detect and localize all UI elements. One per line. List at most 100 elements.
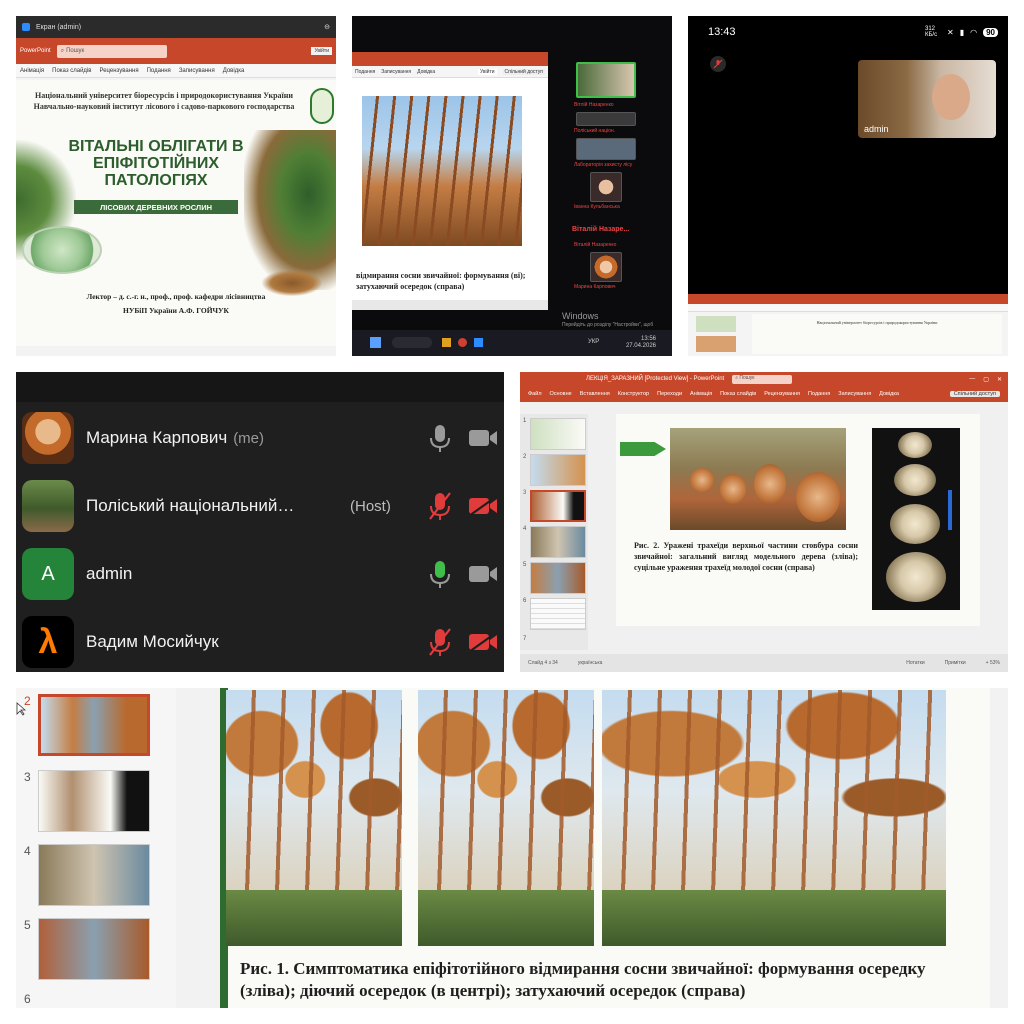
participant-name: Вадим Мосийчук xyxy=(86,632,219,651)
slide-thumbnail[interactable] xyxy=(530,454,586,486)
slide-number: 4 xyxy=(24,844,31,858)
screenshot-collage: Екран (admin) ⊖ PowerPoint ⌕ Пошук Увійт… xyxy=(0,0,1024,1024)
mic-active-icon[interactable] xyxy=(428,559,452,589)
participant-strip: Вітлій Назаренко Поліський націон. Лабор… xyxy=(568,52,648,312)
camera-off-icon[interactable] xyxy=(468,495,498,517)
tab-slideshow[interactable]: Показ слайдів xyxy=(52,68,91,74)
share-button[interactable]: Спільний доступ xyxy=(949,391,1000,397)
slide-thumbnail[interactable] xyxy=(530,598,586,630)
tab-view[interactable]: Подання xyxy=(808,391,830,397)
tab-review[interactable]: Рецензування xyxy=(99,68,138,74)
slide-number: 4 xyxy=(523,526,527,532)
tab-help[interactable]: Довідка xyxy=(417,69,435,75)
participant-video[interactable] xyxy=(576,62,636,98)
foliage-illustration xyxy=(244,130,336,290)
petri-dish-illustration xyxy=(22,226,102,274)
tab-animation[interactable]: Анімація xyxy=(20,68,44,74)
participant-video[interactable] xyxy=(590,172,622,202)
tab-recording[interactable]: Записування xyxy=(381,69,411,75)
participant-row[interactable]: A admin xyxy=(16,540,504,608)
close-tab-icon[interactable]: ⊖ xyxy=(324,23,330,31)
participant-video[interactable] xyxy=(576,138,636,160)
taskbar-app-icon[interactable] xyxy=(442,338,451,347)
sign-in-button[interactable]: Увійти xyxy=(478,68,497,75)
tab-transitions[interactable]: Переходи xyxy=(657,391,682,397)
phone-clock: 13:43 xyxy=(708,26,736,38)
tab-insert[interactable]: Вставлення xyxy=(580,391,610,397)
speaker-label: admin xyxy=(864,124,889,134)
slide-thumbnail[interactable] xyxy=(38,918,150,980)
avatar: λ xyxy=(22,616,74,668)
slide-counter: Слайд 4 з 34 xyxy=(528,660,558,666)
avatar xyxy=(22,480,74,532)
mute-icon: ✕ xyxy=(947,27,954,37)
tab-home[interactable]: Основне xyxy=(550,391,572,397)
camera-icon[interactable] xyxy=(468,427,498,449)
participant-video[interactable] xyxy=(576,112,636,126)
tab-file[interactable]: Файл xyxy=(528,391,542,397)
slide-thumbnail[interactable] xyxy=(530,526,586,558)
notes-button[interactable]: Нотатки xyxy=(906,660,924,666)
participant-label: Лабораторія захисту лісу xyxy=(574,162,633,168)
close-icon[interactable]: ✕ xyxy=(997,376,1002,383)
zoom-level[interactable]: + 53% xyxy=(986,660,1000,666)
tab-design[interactable]: Конструктор xyxy=(618,391,649,397)
participant-name: admin xyxy=(86,564,133,583)
title-slide-screen: Екран (admin) ⊖ PowerPoint ⌕ Пошук Увійт… xyxy=(16,16,336,356)
slide-thumbnail[interactable] xyxy=(38,770,150,832)
slide-thumbnail[interactable] xyxy=(38,844,150,906)
lector-name: НУБіП України А.Ф. ГОЙЧУК xyxy=(122,306,229,315)
logs-photo xyxy=(670,428,846,530)
share-button[interactable]: Спільний доступ xyxy=(502,68,545,75)
search-placeholder: Пошук xyxy=(66,48,85,54)
participant-row[interactable]: Поліський національний… (Host) xyxy=(16,472,504,540)
search-icon: ⌕ xyxy=(60,47,65,54)
muted-mic-icon[interactable] xyxy=(710,56,726,72)
participant-row[interactable]: λ Вадим Мосийчук xyxy=(16,608,504,672)
slide-thumbnail-active[interactable] xyxy=(38,694,150,756)
search-box[interactable]: ⌕ Пошук xyxy=(732,374,793,384)
comments-button[interactable]: Примітки xyxy=(945,660,966,666)
mic-muted-icon[interactable] xyxy=(428,627,452,657)
university-logo xyxy=(310,88,334,124)
status-bar xyxy=(352,300,548,310)
participant-label: Вітлій Назаренко xyxy=(574,102,614,108)
slide-thumbnail[interactable] xyxy=(530,418,586,450)
tab-help[interactable]: Довідка xyxy=(879,391,899,397)
tab-recording[interactable]: Записування xyxy=(838,391,871,397)
taskbar-search-icon[interactable] xyxy=(392,337,432,348)
taskbar-app-icon[interactable] xyxy=(474,338,483,347)
minimize-icon[interactable]: — xyxy=(969,376,975,382)
signal-icon: ▮ xyxy=(959,27,965,37)
sign-in-button[interactable]: Увійти xyxy=(311,47,332,55)
slide-number: 6 xyxy=(24,992,31,1006)
tab-help[interactable]: Довідка xyxy=(223,68,245,74)
slide-thumbnail[interactable] xyxy=(530,562,586,594)
taskbar-app-icon[interactable] xyxy=(458,338,467,347)
slide-thumbnail-active[interactable] xyxy=(530,490,586,522)
mic-icon[interactable] xyxy=(428,423,452,453)
slide-thumbnail xyxy=(696,316,736,332)
participant-video[interactable] xyxy=(590,252,622,282)
tab-view[interactable]: Подання xyxy=(355,69,375,75)
tab-review[interactable]: Рецензування xyxy=(764,391,800,397)
tab-slideshow[interactable]: Показ слайдів xyxy=(720,391,756,397)
camera-off-icon[interactable] xyxy=(468,631,498,653)
participant-row[interactable]: Марина Карпович (me) xyxy=(16,404,504,472)
camera-icon[interactable] xyxy=(468,563,498,585)
keyboard-language[interactable]: УКР xyxy=(588,339,599,345)
search-box[interactable]: ⌕ Пошук xyxy=(56,44,167,58)
phone-status-bar: 13:43 312 КБ/с ✕ ▮ ◠ 90 xyxy=(708,24,998,40)
windows-start-icon[interactable] xyxy=(370,337,381,348)
maximize-icon[interactable]: ▢ xyxy=(983,376,989,383)
window-titlebar: Екран (admin) ⊖ xyxy=(16,16,336,38)
shared-screen-preview: Національний університет біоресурсів і п… xyxy=(688,294,1008,356)
tab-animation[interactable]: Анімація xyxy=(690,391,712,397)
speaker-video[interactable]: admin xyxy=(858,60,996,138)
mic-muted-icon[interactable] xyxy=(428,491,452,521)
slide-number: 3 xyxy=(523,490,527,496)
tab-view[interactable]: Подання xyxy=(147,68,171,74)
slide-subtitle: ЛІСОВИХ ДЕРЕВНИХ РОСЛИН xyxy=(74,200,238,214)
tab-recording[interactable]: Записування xyxy=(179,68,215,74)
document-title: ЛЕКЦІЯ_ЗАРАЗНИЙ [Protected View] - Power… xyxy=(586,376,725,382)
